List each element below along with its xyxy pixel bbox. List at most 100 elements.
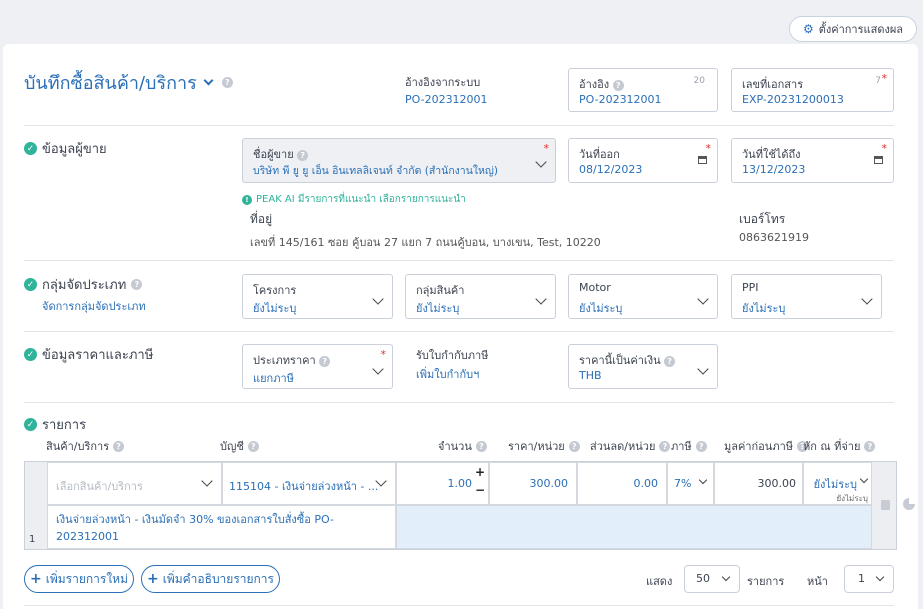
help-icon: ? <box>695 440 707 452</box>
calendar-icon[interactable] <box>698 156 707 164</box>
due-date-field[interactable]: วันที่ใช้ได้ถึง * 13/12/2023 <box>731 138 894 183</box>
issue-date-field[interactable]: วันที่ออก * 08/12/2023 <box>568 138 718 183</box>
chevron-down-icon <box>698 475 708 485</box>
description-extension <box>396 505 872 549</box>
manage-groups-link[interactable]: จัดการกลุ่มจัดประเภท <box>42 297 146 315</box>
price-type-select[interactable]: ประเภทราคา ? * แยกภาษี <box>242 344 393 389</box>
discount-input[interactable]: 0.00 <box>577 462 667 505</box>
product-select[interactable]: เลือกสินค้า/บริการ <box>47 462 222 505</box>
divider <box>24 125 894 126</box>
divider <box>24 260 894 261</box>
add-item-button[interactable]: + เพิ่มรายการใหม่ <box>24 565 134 593</box>
check-circle-icon: ✓ <box>24 348 37 361</box>
price-type-label: ประเภทราคา <box>253 354 316 367</box>
display-settings-button[interactable]: ⚙ ตั้งค่าการแสดงผล <box>789 16 917 42</box>
divider <box>24 605 894 606</box>
currency-select[interactable]: ราคานี้เป็นค่าเงิน ? THB <box>568 344 718 389</box>
page-size-select[interactable]: 50 <box>684 565 740 593</box>
vendor-select[interactable]: ชื่อผู้ขาย ? * บริษัท พี ยู ยู เอ็น อินเ… <box>242 138 556 183</box>
column-header-account: บัญชี? <box>220 437 259 455</box>
help-icon: ? <box>664 355 676 367</box>
group-select-motor[interactable]: Motor ยังไม่ระบุ <box>568 274 718 319</box>
chevron-down-icon <box>372 293 384 305</box>
pie-chart-icon[interactable] <box>903 498 915 510</box>
help-icon: ? <box>113 440 125 452</box>
divider <box>24 331 894 332</box>
page-label: หน้า <box>807 575 828 588</box>
doc-number-label: เลขที่เอกสาร <box>742 78 804 91</box>
pre-tax-input[interactable]: 300.00 <box>714 462 803 505</box>
gear-icon: ⚙ <box>802 22 814 36</box>
price-type-value: แยกภาษี <box>253 372 294 385</box>
wht-select[interactable]: ยังไม่ระบุ ยังไม่ระบุ <box>803 462 872 505</box>
ref-system-label: อ้างอิงจากระบบ <box>405 76 481 89</box>
required-marker: * <box>881 142 888 155</box>
ai-suggestion[interactable]: ! PEAK AI มีรายการที่แนะนำ เลือกรายการแน… <box>242 192 466 207</box>
column-header-vat: ภาษี? <box>671 437 707 455</box>
divider <box>24 402 894 403</box>
column-header-qty: จำนวน? <box>438 437 487 455</box>
plus-icon: + <box>30 571 42 587</box>
chevron-down-icon <box>201 475 213 487</box>
vendor-label: ชื่อผู้ขาย <box>253 148 294 161</box>
page-title[interactable]: บันทึกซื้อสินค้า/บริการ ? <box>24 68 233 97</box>
pricing-section-title: ✓ ข้อมูลราคาและภาษี <box>24 344 153 365</box>
reference-value: PO-202312001 <box>579 93 662 106</box>
help-icon: ? <box>247 440 259 452</box>
groups-section-title: ✓ กลุ่มจัดประเภท ? <box>24 274 143 295</box>
item-description[interactable]: เงินจ่ายล่วงหน้า - เงินมัดจำ 30% ของเอกส… <box>47 505 396 549</box>
page-select[interactable]: 1 <box>844 565 894 593</box>
group-select-ppi[interactable]: PPI ยังไม่ระบุ <box>731 274 882 319</box>
due-date-label: วันที่ใช้ได้ถึง <box>742 148 801 161</box>
info-icon: ! <box>242 194 252 205</box>
phone-label: เบอร์โทร <box>739 212 786 226</box>
ref-system-link[interactable]: PO-202312001 <box>405 93 488 106</box>
vat-select[interactable]: 7% <box>667 462 714 505</box>
help-icon: ? <box>612 79 624 91</box>
required-marker: * <box>543 142 550 155</box>
help-icon: ? <box>864 440 876 452</box>
add-description-button[interactable]: + เพิ่มคำอธิบายรายการ <box>141 565 280 593</box>
plus-icon[interactable]: + <box>475 465 485 479</box>
column-header-discount: ส่วนลด/หน่วย? <box>590 437 671 455</box>
chevron-down-icon <box>721 572 731 582</box>
row-index: 1 <box>29 534 36 545</box>
items-section-title: ✓ รายการ <box>24 414 86 435</box>
reference-label: อ้างอิง <box>579 78 610 91</box>
phone-value: 0863621919 <box>739 231 809 244</box>
check-circle-icon: ✓ <box>24 278 37 291</box>
qty-input[interactable]: 1.00 + − <box>396 462 489 505</box>
items-label: รายการ <box>747 575 785 588</box>
chevron-down-icon <box>697 363 709 375</box>
group-select-product[interactable]: กลุ่มสินค้า ยังไม่ระบุ <box>405 274 556 319</box>
add-tax-invoice-link[interactable]: เพิ่มใบกำกับฯ <box>416 365 479 383</box>
vendor-value: บริษัท พี ยู ยู เอ็น อินเทลลิเจนท์ จำกัด… <box>253 165 498 177</box>
calendar-icon[interactable] <box>874 156 883 164</box>
chevron-down-icon <box>859 474 869 484</box>
minus-icon[interactable]: − <box>475 483 485 497</box>
help-icon: ? <box>475 440 487 452</box>
group-select-project[interactable]: โครงการ ยังไม่ระบุ <box>242 274 393 319</box>
column-header-wht: หัก ณ ที่จ่าย? <box>803 437 876 455</box>
chevron-down-icon <box>372 363 384 375</box>
chevron-down-icon <box>535 156 547 168</box>
trash-icon[interactable] <box>881 500 890 510</box>
currency-value: THB <box>579 369 602 382</box>
unit-price-input[interactable]: 300.00 <box>489 462 577 505</box>
column-header-product: สินค้า/บริการ? <box>46 437 125 455</box>
help-icon: ? <box>221 77 233 88</box>
reference-field[interactable]: อ้างอิง ? 20 PO-202312001 <box>568 68 718 112</box>
help-icon: ? <box>568 440 580 452</box>
doc-number-field[interactable]: เลขที่เอกสาร 7 * EXP-20231200013 <box>731 68 894 112</box>
address-value: เลขที่ 145/161 ซอย คู้บอน 27 แยก 7 ถนนคู… <box>250 236 601 249</box>
display-settings-label: ตั้งค่าการแสดงผล <box>818 23 904 36</box>
help-icon: ? <box>659 440 671 452</box>
items-table: เลือกสินค้า/บริการ 115104 - เงินจ่ายล่วง… <box>24 461 897 550</box>
help-icon: ? <box>131 279 143 290</box>
chevron-down-icon <box>203 75 214 86</box>
account-select[interactable]: 115104 - เงินจ่ายล่วงหน้า - ... <box>222 462 396 505</box>
doc-number-value: EXP-20231200013 <box>742 93 844 106</box>
issue-date-value: 08/12/2023 <box>579 163 643 176</box>
required-marker: * <box>881 72 888 85</box>
tax-invoice-label: รับใบกำกับภาษี <box>416 349 489 362</box>
